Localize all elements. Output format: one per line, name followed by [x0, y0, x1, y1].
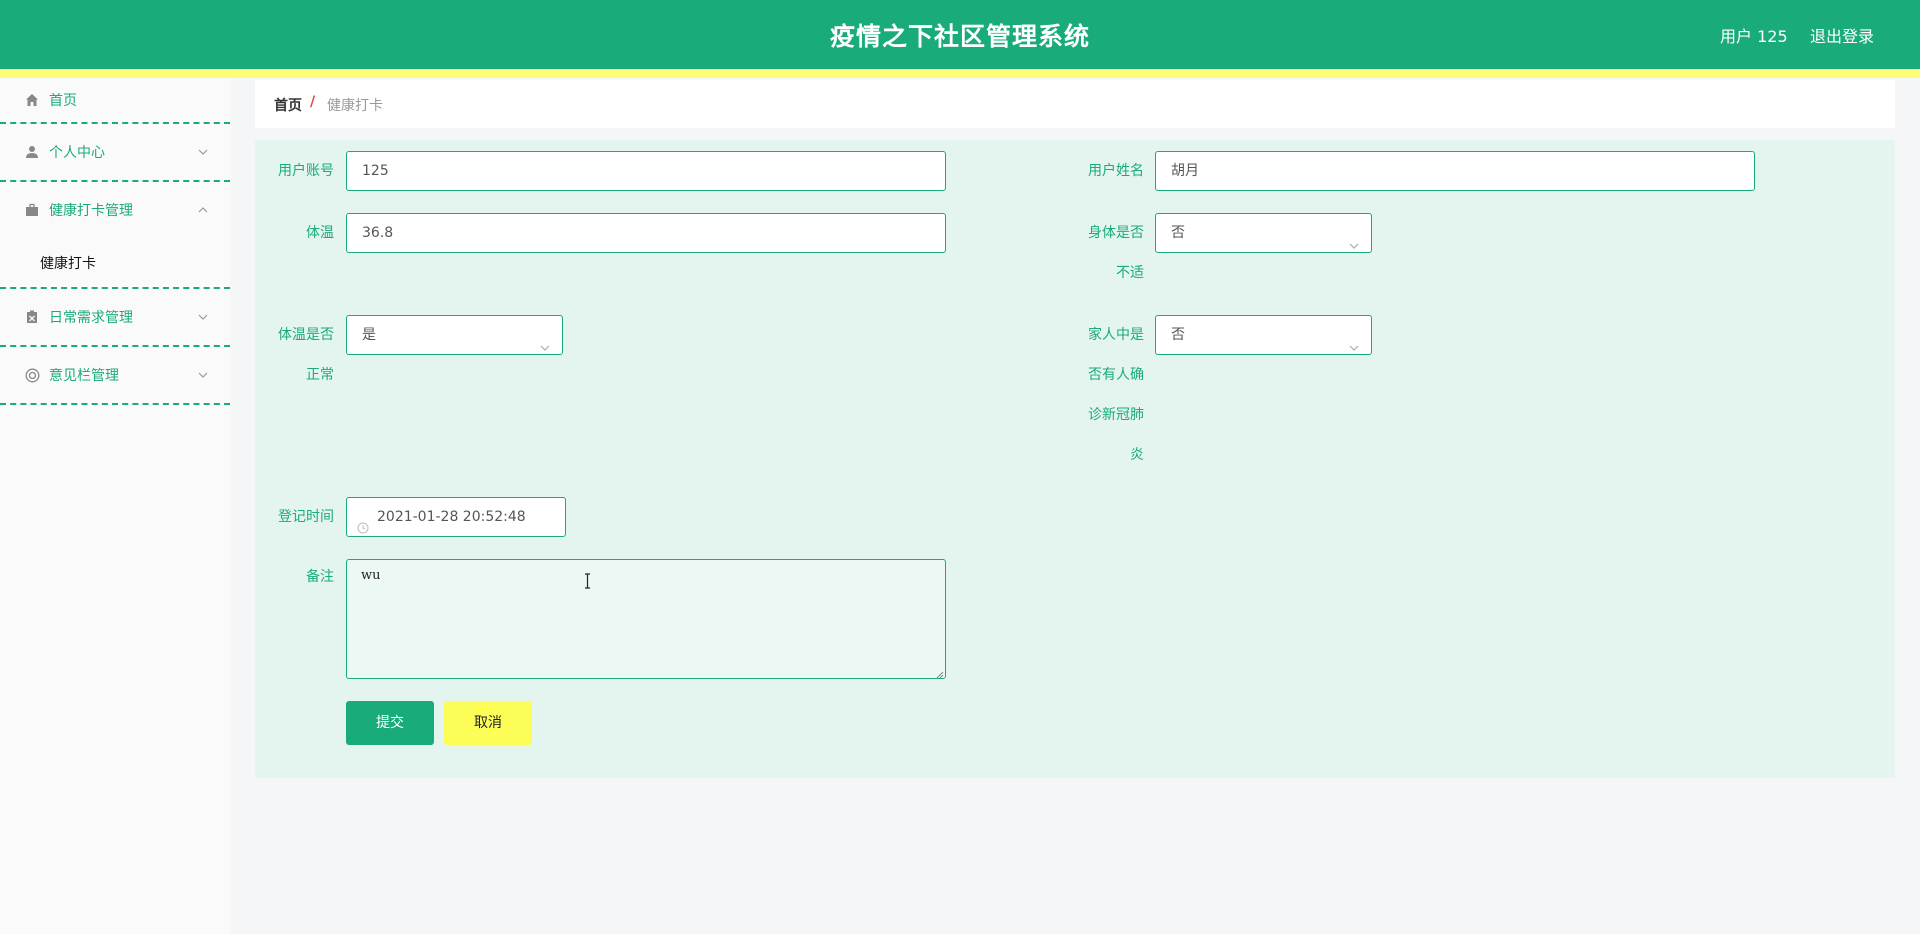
sidebar-item-label: 日常需求管理 — [49, 310, 133, 326]
resize-handle-icon[interactable] — [935, 668, 944, 679]
header-accent-stripe — [0, 69, 1920, 78]
app-title: 疫情之下社区管理系统 — [829, 22, 1090, 51]
temperature-label: 体温 — [306, 225, 334, 241]
home-icon — [24, 92, 40, 108]
family-covid-label-line2: 否有人确 — [1088, 367, 1144, 383]
sidebar-subitem-label: 健康打卡 — [40, 256, 96, 272]
register-time-label: 登记时间 — [278, 509, 334, 525]
sidebar-item-label: 首页 — [49, 93, 77, 109]
clipboard-icon — [24, 309, 40, 325]
temp-normal-label-line1: 体温是否 — [278, 327, 334, 343]
chevron-down-icon — [540, 330, 550, 351]
submit-button[interactable]: 提交 — [346, 701, 434, 745]
sidebar-item-personal[interactable]: 个人中心 — [0, 124, 230, 182]
chevron-down-icon — [1349, 228, 1359, 249]
temp-normal-select-value: 是 — [362, 327, 376, 343]
sidebar-item-label: 意见栏管理 — [49, 368, 119, 384]
breadcrumb: 首页 / 健康打卡 — [255, 80, 1895, 128]
chevron-down-icon — [197, 369, 209, 381]
current-user: 用户 125 — [1720, 27, 1788, 46]
register-time-picker[interactable]: 2021-01-28 20:52:48 — [346, 497, 566, 537]
breadcrumb-separator: / — [310, 94, 316, 110]
breadcrumb-current: 健康打卡 — [327, 98, 383, 114]
account-input[interactable]: 125 — [346, 151, 946, 191]
briefcase-icon — [24, 202, 40, 218]
temp-normal-select[interactable]: 是 — [346, 315, 563, 355]
unwell-label-line2: 不适 — [1116, 265, 1144, 281]
family-covid-select-value: 否 — [1171, 327, 1185, 343]
sidebar-item-health-checkin-management[interactable]: 健康打卡管理 — [0, 182, 230, 238]
family-covid-select[interactable]: 否 — [1155, 315, 1372, 355]
family-covid-label-line4: 炎 — [1130, 447, 1144, 463]
logout-link[interactable]: 退出登录 — [1810, 23, 1874, 47]
name-input[interactable]: 胡月 — [1155, 151, 1755, 191]
help-circle-icon — [24, 367, 40, 383]
family-covid-label-line3: 诊新冠肺 — [1088, 407, 1144, 423]
remark-textarea[interactable]: wu — [346, 559, 946, 679]
sidebar: 首页 个人中心 健康打卡管理 健康打卡 日常需求管理 意见栏管理 — [0, 78, 230, 934]
remark-label: 备注 — [306, 569, 334, 585]
register-time-value: 2021-01-28 20:52:48 — [377, 509, 526, 525]
user-icon — [24, 144, 40, 160]
unwell-select-value: 否 — [1171, 225, 1185, 241]
remark-value: wu — [361, 568, 381, 583]
sidebar-item-feedback[interactable]: 意见栏管理 — [0, 347, 230, 405]
chevron-up-icon — [197, 204, 209, 216]
clock-icon — [357, 511, 369, 534]
sidebar-item-home[interactable]: 首页 — [0, 78, 230, 124]
family-covid-label-line1: 家人中是 — [1088, 327, 1144, 343]
temperature-input[interactable]: 36.8 — [346, 213, 946, 253]
chevron-down-icon — [197, 311, 209, 323]
account-label: 用户账号 — [278, 163, 334, 179]
chevron-down-icon — [197, 146, 209, 158]
sidebar-subitem-health-checkin[interactable]: 健康打卡 — [0, 238, 230, 289]
cancel-button[interactable]: 取消 — [444, 701, 532, 745]
text-cursor-icon — [583, 573, 592, 589]
sidebar-item-label: 健康打卡管理 — [49, 203, 133, 219]
top-header: 疫情之下社区管理系统 用户 125 退出登录 — [0, 0, 1920, 69]
breadcrumb-home[interactable]: 首页 — [274, 95, 302, 115]
chevron-down-icon — [1349, 330, 1359, 351]
name-label: 用户姓名 — [1088, 163, 1144, 179]
temp-normal-label-line2: 正常 — [306, 367, 334, 383]
sidebar-item-label: 个人中心 — [49, 145, 105, 161]
unwell-select[interactable]: 否 — [1155, 213, 1372, 253]
sidebar-item-daily-needs[interactable]: 日常需求管理 — [0, 289, 230, 347]
unwell-label-line1: 身体是否 — [1088, 225, 1144, 241]
